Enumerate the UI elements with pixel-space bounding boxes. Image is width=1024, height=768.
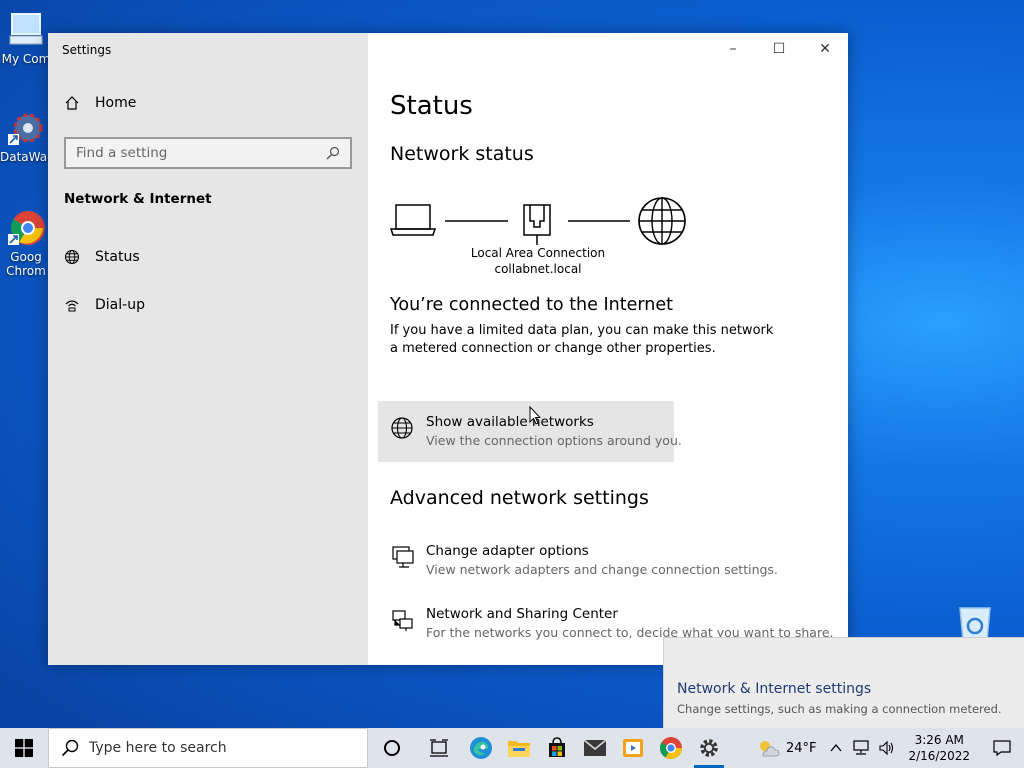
cortana-button[interactable]: [368, 728, 416, 768]
settings-icon: [700, 739, 718, 757]
action-center-icon[interactable]: [980, 728, 1024, 768]
clock-date: 2/16/2022: [908, 749, 970, 763]
chrome-shortcut-icon: [6, 208, 46, 248]
desktop-icon-label: Goog Chrom: [6, 250, 46, 278]
toast-notification[interactable]: Network & Internet settings Change setti…: [663, 637, 1024, 728]
search-icon: [61, 739, 79, 757]
weather-icon[interactable]: [756, 738, 780, 758]
windows-logo-icon: [15, 739, 33, 757]
laptop-icon: [390, 204, 437, 236]
task-view-button[interactable]: [416, 728, 462, 768]
system-tray: 24°F 3:26 AM 2/16/2022: [756, 728, 1024, 768]
toast-title: Network & Internet settings: [677, 681, 872, 697]
mouse-cursor-icon: [529, 405, 542, 426]
settings-content: Status Network status Local Area Connect…: [378, 33, 848, 665]
sidebar-section-title: Network & Internet: [64, 191, 212, 207]
taskbar-clock[interactable]: 3:26 AM 2/16/2022: [908, 732, 970, 764]
file-explorer-icon: [508, 741, 530, 757]
nav-home-label: Home: [95, 95, 137, 111]
show-networks-title: Show available networks: [426, 414, 594, 430]
settings-window: Settings Home Find a setting Network & I…: [48, 33, 848, 665]
change-adapter-title: Change adapter options: [426, 543, 589, 559]
mail-icon: [583, 739, 607, 756]
taskbar-search-placeholder: Type here to search: [89, 740, 227, 756]
sharing-center-icon: [390, 607, 416, 633]
edge-icon: [470, 737, 492, 759]
taskbar: Type here to search 24°F 3:26 AM 2/16/20…: [0, 728, 1024, 768]
adapter-name: Local Area Connection: [470, 246, 606, 260]
find-setting-input[interactable]: Find a setting: [64, 137, 352, 169]
desktop-icon-my-computer[interactable]: My Com: [0, 10, 52, 66]
sidebar-item-label: Status: [95, 249, 140, 265]
network-tray-icon[interactable]: [852, 740, 870, 756]
adapter-label: Local Area Connection collabnet.local: [440, 245, 636, 277]
media-icon: [623, 739, 643, 757]
desktop-icon-label: My Com: [1, 52, 51, 66]
sidebar-item-status[interactable]: Status: [64, 249, 140, 265]
store-icon: [549, 737, 565, 757]
volume-icon[interactable]: [878, 740, 896, 756]
start-button[interactable]: [0, 728, 48, 768]
sidebar-item-dial-up[interactable]: Dial-up: [64, 297, 145, 313]
globe-network-icon: [64, 249, 80, 265]
recycle-bin-icon[interactable]: [954, 602, 996, 642]
search-placeholder: Find a setting: [76, 145, 168, 161]
store-app[interactable]: [538, 728, 576, 768]
settings-sidebar: Settings Home Find a setting Network & I…: [48, 33, 368, 665]
clock-time: 3:26 AM: [914, 733, 964, 747]
toast-subtitle: Change settings, such as making a connec…: [677, 702, 1002, 716]
cortana-icon: [384, 740, 400, 756]
sidebar-item-label: Dial-up: [95, 297, 145, 313]
chevron-up-icon[interactable]: [830, 743, 842, 753]
settings-app[interactable]: [690, 728, 728, 768]
media-app[interactable]: [614, 728, 652, 768]
nav-home[interactable]: Home: [64, 95, 136, 111]
desktop-icon-label: DataWag: [0, 150, 55, 164]
connected-description: If you have a limited data plan, you can…: [390, 323, 774, 356]
chrome-app[interactable]: [652, 728, 690, 768]
window-title: Settings: [62, 43, 112, 57]
sharing-center-title: Network and Sharing Center: [426, 606, 618, 622]
page-title: Status: [390, 91, 473, 121]
dial-up-icon: [64, 297, 80, 313]
taskbar-search-box[interactable]: Type here to search: [48, 728, 368, 768]
change-adapter-subtitle: View network adapters and change connect…: [426, 562, 778, 577]
search-icon[interactable]: [326, 146, 340, 160]
weather-temperature[interactable]: 24°F: [786, 741, 817, 756]
adapter-domain: collabnet.local: [494, 262, 582, 276]
computer-icon: [6, 10, 46, 50]
ethernet-icon: [523, 204, 551, 245]
gear-shortcut-icon: [6, 108, 46, 148]
chrome-icon: [660, 737, 682, 759]
change-adapter-options-link[interactable]: Change adapter options View network adap…: [390, 542, 778, 580]
task-view-icon: [430, 739, 448, 757]
globe-icon: [390, 415, 416, 441]
network-status-heading: Network status: [390, 143, 534, 165]
home-icon: [64, 95, 80, 111]
internet-globe-icon: [638, 197, 686, 245]
desktop-icon-chrome[interactable]: Goog Chrom: [0, 208, 52, 278]
adapter-icon: [390, 544, 416, 570]
mail-app[interactable]: [576, 728, 614, 768]
edge-app[interactable]: [462, 728, 500, 768]
show-networks-subtitle: View the connection options around you.: [426, 433, 682, 448]
file-explorer-app[interactable]: [500, 728, 538, 768]
desktop-icon-datawagon[interactable]: DataWag: [0, 108, 55, 164]
advanced-heading: Advanced network settings: [390, 487, 649, 509]
connected-heading: You’re connected to the Internet: [390, 295, 673, 315]
